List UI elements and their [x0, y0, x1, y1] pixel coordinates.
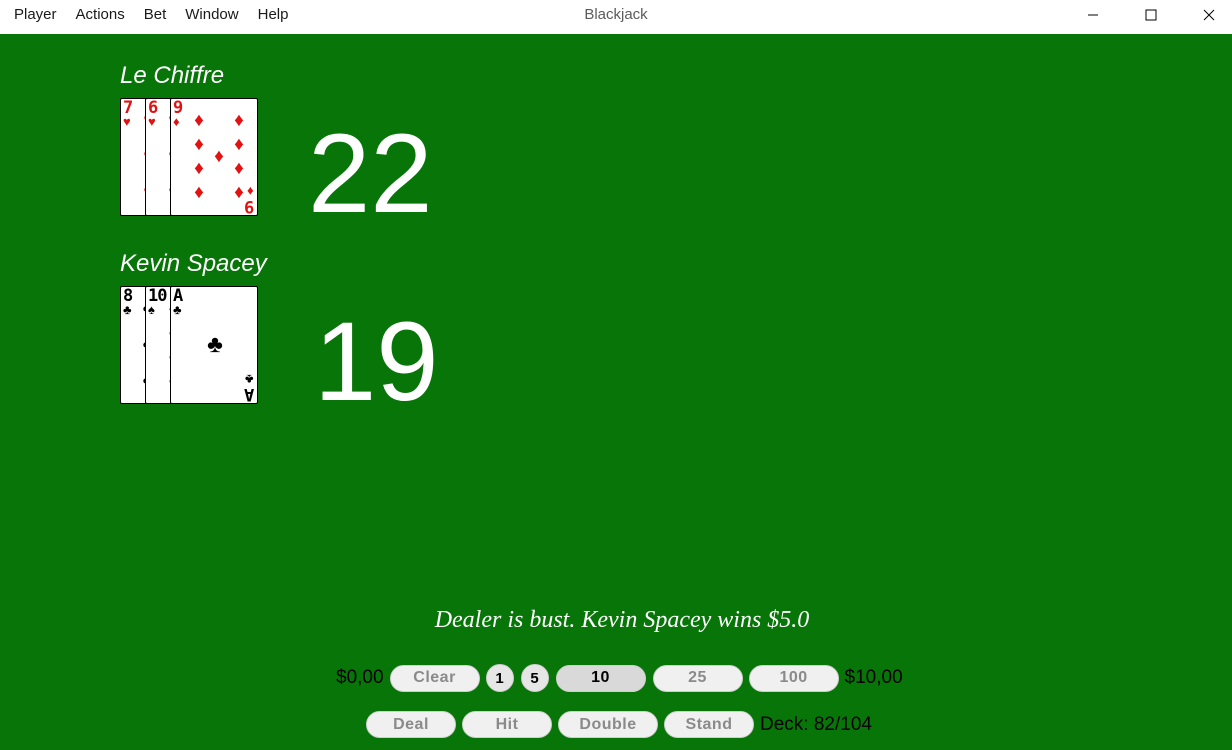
- close-button[interactable]: [1186, 0, 1232, 30]
- bet-100-button[interactable]: 100: [748, 664, 839, 692]
- stand-button[interactable]: Stand: [664, 711, 754, 738]
- card-suit-icon: ♣: [173, 302, 182, 317]
- card-pip-icon: ♦: [194, 182, 204, 203]
- clear-button[interactable]: Clear: [389, 664, 480, 692]
- window-controls: [1058, 0, 1232, 30]
- deal-button[interactable]: Deal: [366, 711, 456, 738]
- menu-bet[interactable]: Bet: [134, 0, 176, 30]
- card-pip-icon: ♣: [207, 331, 223, 358]
- card-suit-icon: ♥: [123, 114, 131, 129]
- menu-bar: Player Actions Bet Window Help: [0, 0, 297, 30]
- card-suit-icon: ♦: [173, 114, 180, 129]
- bet-25-button[interactable]: 25: [652, 664, 743, 692]
- playing-card: A ♣ ♣ A ♣: [170, 286, 258, 404]
- card-pip-icon: ♦: [234, 134, 244, 155]
- maximize-icon: [1145, 9, 1157, 21]
- dealer-name: Le Chiffre: [120, 62, 225, 89]
- minimize-icon: [1088, 14, 1098, 16]
- minimize-button[interactable]: [1070, 0, 1116, 30]
- result-message: Dealer is bust. Kevin Spacey wins $5.0: [434, 607, 810, 633]
- double-button[interactable]: Double: [558, 711, 658, 738]
- menu-help[interactable]: Help: [248, 0, 298, 30]
- card-pip-icon: ♦: [234, 110, 244, 131]
- player-score: 19: [314, 299, 439, 424]
- card-suit-corner-icon: ♣: [245, 372, 254, 387]
- maximize-button[interactable]: [1128, 0, 1174, 30]
- player-name: Kevin Spacey: [120, 250, 267, 277]
- action-bar: Deal Hit Double Stand Deck: 82/104: [366, 711, 872, 738]
- balance: $10,00: [844, 667, 903, 688]
- dealer-score: 22: [308, 111, 433, 236]
- hit-button[interactable]: Hit: [462, 711, 552, 738]
- close-icon: [1203, 9, 1215, 21]
- card-rank-corner: 9: [243, 196, 254, 216]
- deck-count: Deck: 82/104: [760, 713, 872, 735]
- menu-actions[interactable]: Actions: [66, 0, 134, 30]
- bet-10-button[interactable]: 10: [555, 664, 646, 692]
- chip-5-button[interactable]: 5: [520, 664, 549, 692]
- menu-player[interactable]: Player: [0, 0, 66, 30]
- card-rank-corner: A: [243, 384, 254, 404]
- card-suit-icon: ♥: [148, 114, 156, 129]
- card-pip-icon: ♦: [194, 158, 204, 179]
- card-suit-icon: ♠: [148, 302, 155, 317]
- card-suit-icon: ♣: [123, 302, 132, 317]
- card-pip-icon: ♦: [194, 110, 204, 131]
- bet-bar: $0,00 Clear 1 5 10 25 100 $10,00: [336, 664, 903, 692]
- current-bet: $0,00: [336, 667, 384, 688]
- card-suit-corner-icon: ♦: [247, 184, 254, 199]
- chip-1-button[interactable]: 1: [485, 664, 514, 692]
- card-pip-icon: ♦: [214, 146, 224, 167]
- menu-window[interactable]: Window: [175, 0, 247, 30]
- title-bar: Player Actions Bet Window Help Blackjack: [0, 0, 1232, 34]
- playing-card: 9 ♦ ♦ ♦ ♦ ♦ ♦ ♦ ♦ ♦ ♦ 9 ♦: [170, 98, 258, 216]
- card-pip-icon: ♦: [234, 158, 244, 179]
- card-pip-icon: ♦: [194, 134, 204, 155]
